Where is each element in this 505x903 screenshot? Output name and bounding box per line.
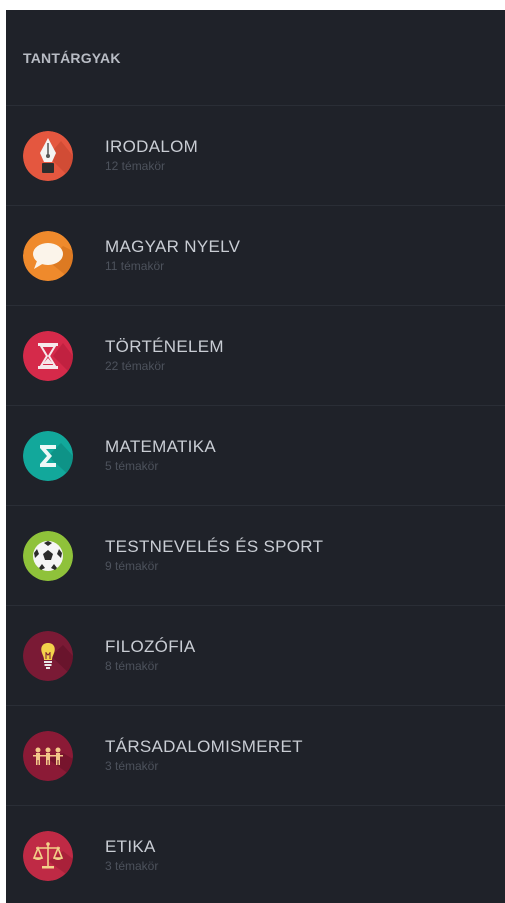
subject-count: 8 témakör bbox=[105, 658, 159, 673]
panel-header: TANTÁRGYAK bbox=[6, 10, 505, 106]
subject-count: 12 témakör bbox=[105, 158, 166, 173]
subject-count: 9 témakör bbox=[105, 558, 159, 573]
subject-name: ETIKA bbox=[105, 837, 156, 856]
subject-name: MAGYAR NYELV bbox=[105, 236, 241, 256]
subject-item-magyar-nyelv[interactable]: MAGYAR NYELV 11 témakör bbox=[6, 206, 505, 306]
subject-count: 3 témakör bbox=[105, 758, 159, 773]
scales-icon bbox=[23, 831, 73, 881]
subject-name: TÁRSADALOMISMERET bbox=[105, 736, 303, 756]
subject-item-testneveles-es-sport[interactable]: TESTNEVELÉS ÉS SPORT 9 témakör bbox=[6, 506, 505, 606]
subject-count: 5 témakör bbox=[105, 458, 159, 473]
subject-item-etika[interactable]: ETIKA 3 témakör bbox=[6, 806, 505, 903]
subject-list: IRODALOM 12 témakör MAGYAR NYELV 11 téma… bbox=[6, 106, 505, 903]
subject-name: TESTNEVELÉS ÉS SPORT bbox=[105, 536, 324, 556]
subjects-panel: TANTÁRGYAK IRODALOM 12 témakör MAGYAR NY… bbox=[6, 10, 505, 903]
subject-item-filozofia[interactable]: FILOZÓFIA 8 témakör bbox=[6, 606, 505, 706]
hourglass-icon bbox=[23, 330, 73, 381]
lightbulb-icon bbox=[23, 630, 73, 681]
subject-name: TÖRTÉNELEM bbox=[105, 336, 224, 356]
sigma-icon bbox=[23, 430, 73, 481]
subject-count: 22 témakör bbox=[105, 358, 166, 373]
soccer-ball-icon bbox=[23, 530, 73, 581]
speech-bubble-icon bbox=[23, 230, 73, 281]
subject-item-irodalom[interactable]: IRODALOM 12 témakör bbox=[6, 106, 505, 206]
subject-item-matematika[interactable]: MATEMATIKA 5 témakör bbox=[6, 406, 505, 506]
subject-item-tortenelem[interactable]: TÖRTÉNELEM 22 témakör bbox=[6, 306, 505, 406]
subject-name: IRODALOM bbox=[105, 136, 199, 156]
panel-title: TANTÁRGYAK bbox=[23, 49, 121, 66]
people-icon bbox=[23, 730, 73, 781]
subject-count: 11 témakör bbox=[105, 258, 165, 273]
fountain-pen-icon bbox=[23, 130, 73, 181]
subject-name: FILOZÓFIA bbox=[105, 636, 196, 656]
subject-count: 3 témakör bbox=[105, 859, 159, 873]
subject-item-tarsadalomismeret[interactable]: TÁRSADALOMISMERET 3 témakör bbox=[6, 706, 505, 806]
subject-name: MATEMATIKA bbox=[105, 436, 216, 456]
